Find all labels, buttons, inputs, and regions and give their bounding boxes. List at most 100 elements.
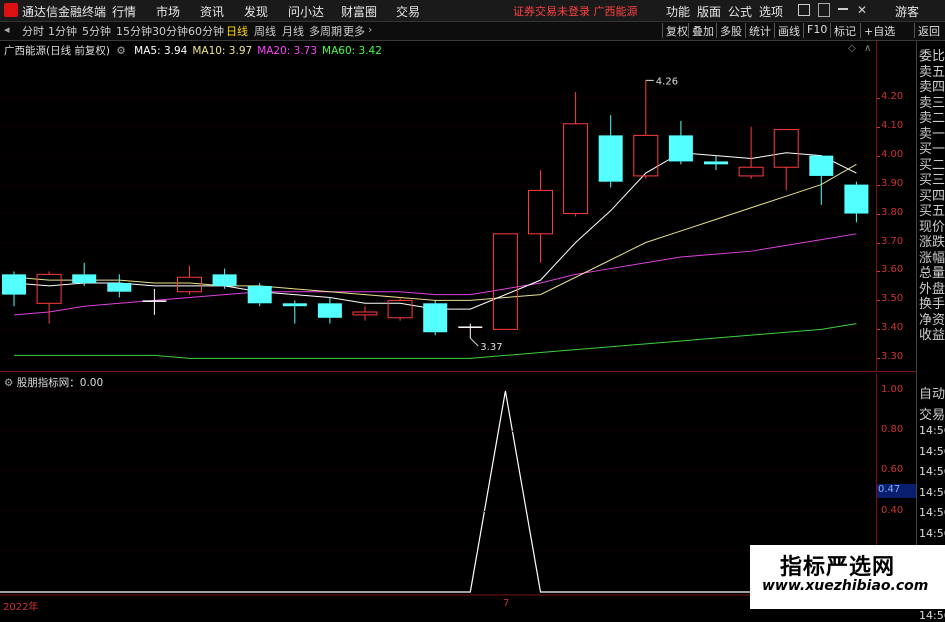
trade-time-label: 14:56 (919, 424, 945, 437)
candle[interactable] (668, 120, 693, 165)
menu-item-wealth[interactable]: 财富圈 (341, 3, 377, 20)
draw-line-button[interactable]: 画线 (774, 23, 803, 38)
indicator-tick-label: 1.00 (881, 384, 904, 395)
tab-period-1min[interactable]: 1分钟 (48, 23, 77, 39)
return-button[interactable]: 返回 (914, 23, 943, 38)
candle[interactable] (563, 91, 589, 217)
f10-button[interactable]: F10 (803, 23, 830, 38)
panel-divider (0, 371, 916, 372)
login-notice[interactable]: 证券交易未登录 广西能源 (513, 3, 638, 19)
trade-time-label: 14:56 (919, 506, 945, 519)
app-logo-icon (4, 3, 18, 17)
multi-stock-button[interactable]: 多股 (716, 23, 745, 38)
chevron-right-icon[interactable]: › (368, 23, 372, 36)
candle[interactable] (72, 262, 97, 286)
quote-side-panel[interactable]: 委比 卖五 卖四 卖三 卖二 卖一 买一 买二 买三 买四 买五 现价 涨跌 涨幅 总量 外盘 换手 净资 收益 自动… (916, 41, 945, 622)
tab-period-30min[interactable]: 30分钟 (152, 23, 188, 39)
menu-item-assistant[interactable]: 问小达 (288, 3, 324, 20)
candle[interactable] (773, 129, 799, 191)
indicator-legend: ⚙ 股朋指标网：0.00 (4, 375, 103, 390)
indicator-tick-label: 0.80 (881, 424, 904, 436)
add-watchlist-button[interactable]: +自选 (860, 23, 898, 38)
menu-item-function[interactable]: 功能 (666, 3, 690, 20)
price-tick-label: 3.60 (881, 264, 904, 276)
quote-row-label: 收益 (919, 328, 945, 343)
candle[interactable] (598, 115, 623, 188)
price-chart-svg: 4.26 3.37 (0, 76, 876, 359)
overlay-button[interactable]: 叠加 (688, 23, 717, 38)
candle[interactable] (423, 300, 448, 336)
watermark-logo: 指标严选网 www.xuezhibiao.com (750, 545, 945, 609)
tab-period-more[interactable]: 更多 (343, 23, 365, 39)
tab-period-weekly[interactable]: 周线 (254, 23, 276, 39)
price-tick-label: 3.30 (881, 351, 904, 363)
tab-period-15min[interactable]: 15分钟 (116, 23, 152, 39)
watermark-text: 指标严选网 (780, 555, 896, 580)
candle[interactable] (352, 306, 378, 321)
indicator-panel[interactable]: ⚙ 股朋指标网：0.00 2022年 7 (0, 373, 876, 613)
indicator-title: 股朋指标网：0.00 (16, 377, 104, 389)
candle[interactable] (492, 233, 518, 330)
price-tick-mark (877, 97, 880, 99)
watermark-url: www.xuezhibiao.com (762, 578, 929, 594)
price-tick-mark (877, 184, 880, 186)
ma-legend-item: MA5: 3.94 (134, 45, 188, 57)
trade-time-label: 14:56 (919, 465, 945, 478)
tab-period-5min[interactable]: 5分钟 (82, 23, 111, 39)
minimize-icon[interactable] (838, 8, 848, 10)
chart-title: 广西能源(日线 前复权) (4, 45, 111, 57)
guest-label[interactable]: 游客 (895, 3, 919, 20)
price-tick-label: 3.40 (881, 322, 904, 334)
hide-icon[interactable] (798, 4, 810, 16)
tab-period-intraday[interactable]: 分时 (22, 23, 44, 39)
auto-trade-label: 自动 (919, 387, 945, 402)
candle[interactable] (107, 274, 132, 298)
tab-period-monthly[interactable]: 月线 (282, 23, 304, 39)
candle[interactable] (317, 297, 342, 324)
menu-item-news[interactable]: 资讯 (200, 3, 224, 20)
candle[interactable] (282, 300, 307, 324)
candle[interactable] (2, 271, 26, 307)
ma-legend-item: MA60: 3.42 (322, 45, 382, 57)
candle[interactable] (704, 155, 728, 171)
tab-period-daily[interactable]: 日线 (226, 23, 248, 39)
mark-button[interactable]: 标记 (830, 23, 859, 38)
expand-icon[interactable]: ∧ (864, 43, 871, 54)
menu-item-options[interactable]: 选项 (759, 3, 783, 20)
menu-item-trade[interactable]: 交易 (396, 3, 420, 20)
menu-item-discover[interactable]: 发现 (244, 3, 268, 20)
candle[interactable] (633, 80, 659, 179)
close-icon[interactable]: ✕ (857, 3, 867, 17)
ma5-line (13, 152, 857, 310)
tab-period-multi[interactable]: 多周期 (309, 23, 342, 39)
candle[interactable] (247, 283, 272, 307)
trade-time-label: 14:56 (919, 526, 945, 540)
menu-item-market[interactable]: 行情 (112, 3, 136, 20)
candle[interactable] (844, 181, 869, 223)
app-title: 通达信金融终端 (22, 5, 107, 19)
menu-item-markets[interactable]: 市场 (156, 3, 180, 20)
diamond-icon[interactable]: ◇ (848, 43, 856, 54)
settings-gear-icon[interactable]: ⚙ (4, 377, 13, 389)
stats-button[interactable]: 统计 (745, 23, 774, 38)
tab-period-60min[interactable]: 60分钟 (188, 23, 224, 39)
window-icon[interactable] (818, 3, 830, 17)
adjust-button[interactable]: 复权 (662, 23, 691, 38)
indicator-line (0, 390, 857, 593)
settings-gear-icon[interactable]: ⚙ (116, 45, 125, 57)
menu-item-layout[interactable]: 版面 (697, 3, 721, 20)
back-arrow-icon[interactable]: ◂ (4, 23, 10, 36)
candle[interactable] (528, 170, 553, 263)
price-tick-label: 3.80 (881, 206, 904, 218)
candle[interactable] (458, 323, 483, 339)
candle[interactable] (177, 265, 202, 295)
price-tick-mark (877, 300, 880, 302)
trade-time-label: 14:56 (919, 444, 945, 458)
high-price-label: 4.26 (656, 76, 678, 87)
menu-item-formula[interactable]: 公式 (728, 3, 752, 20)
candle[interactable] (142, 288, 167, 315)
date-label-start: 2022年 (3, 602, 39, 613)
candle[interactable] (738, 126, 764, 179)
candle[interactable] (387, 297, 413, 321)
price-chart-panel[interactable]: 4.26 3.37 广西能源(日线 前复权) ⚙ MA5: 3.94 MA10: 3… (0, 41, 876, 371)
